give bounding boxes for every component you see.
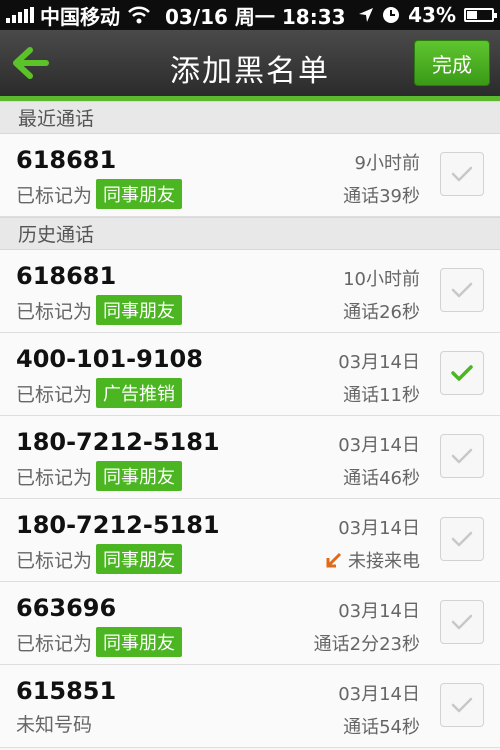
call-row[interactable]: 180-7212-5181 已标记为 同事朋友 03月14日 通话46秒 — [0, 416, 500, 499]
call-duration: 未接来电 — [326, 547, 420, 573]
clock-icon — [383, 7, 400, 23]
call-duration: 通话2分23秒 — [314, 630, 420, 656]
battery-percent: 43% — [408, 3, 456, 27]
phone-number: 618681 — [16, 262, 117, 290]
phone-number: 180-7212-5181 — [16, 511, 220, 539]
call-row[interactable]: 615851 未知号码 03月14日 通话54秒 — [0, 665, 500, 748]
call-duration: 通话46秒 — [343, 464, 420, 490]
call-time: 9小时前 — [354, 153, 420, 174]
call-time: 03月14日 — [338, 601, 420, 622]
check-icon — [451, 614, 473, 630]
check-icon — [451, 365, 473, 381]
call-duration: 通话54秒 — [343, 713, 420, 739]
check-icon — [451, 531, 473, 547]
status-datetime: 03/16 周一 18:33 — [165, 4, 346, 29]
select-checkbox[interactable] — [440, 351, 484, 395]
tag-prefix: 已标记为 — [16, 383, 93, 406]
location-icon — [359, 8, 374, 22]
tag-badge: 广告推销 — [96, 378, 183, 408]
tag-line: 已标记为 同事朋友 — [16, 627, 183, 657]
check-icon — [451, 282, 473, 298]
phone-number: 615851 — [16, 677, 117, 705]
select-checkbox[interactable] — [440, 683, 484, 727]
duration-text: 通话46秒 — [343, 468, 420, 489]
tag-line: 已标记为 广告推销 — [16, 378, 183, 408]
call-time: 10小时前 — [343, 269, 420, 290]
battery-fill — [467, 11, 478, 19]
tag-prefix: 已标记为 — [16, 300, 93, 323]
select-checkbox[interactable] — [440, 517, 484, 561]
call-row[interactable]: 618681 已标记为 同事朋友 10小时前 通话26秒 — [0, 250, 500, 333]
duration-text: 未接来电 — [348, 551, 420, 572]
status-bar: 中国移动 03/16 周一 18:33 43% — [0, 0, 500, 30]
check-icon — [451, 166, 473, 182]
tag-badge: 同事朋友 — [96, 295, 183, 325]
signal-icon — [6, 7, 34, 23]
call-row[interactable]: 618681 已标记为 同事朋友 9小时前 通话39秒 — [0, 134, 500, 217]
missed-call-icon — [326, 552, 342, 568]
phone-number: 663696 — [16, 594, 117, 622]
call-duration: 通话26秒 — [343, 298, 420, 324]
select-checkbox[interactable] — [440, 600, 484, 644]
section-header: 历史通话 — [0, 217, 500, 250]
battery-icon — [464, 8, 497, 22]
call-time: 03月14日 — [338, 352, 420, 373]
done-button[interactable]: 完成 — [414, 40, 490, 86]
duration-text: 通话54秒 — [343, 717, 420, 738]
tag-badge: 同事朋友 — [96, 461, 183, 491]
tag-prefix: 已标记为 — [16, 549, 93, 572]
status-left: 中国移动 — [6, 1, 150, 30]
call-list: 最近通话 618681 已标记为 同事朋友 9小时前 通话39秒 历史通话 618… — [0, 101, 500, 748]
tag-badge: 同事朋友 — [96, 627, 183, 657]
tag-prefix: 未知号码 — [16, 714, 93, 736]
phone-number: 618681 — [16, 146, 117, 174]
call-time: 03月14日 — [338, 518, 420, 539]
carrier-label: 中国移动 — [40, 4, 120, 29]
phone-number: 180-7212-5181 — [16, 428, 220, 456]
section-header: 最近通话 — [0, 101, 500, 134]
check-icon — [451, 448, 473, 464]
wifi-icon — [128, 6, 150, 24]
tag-badge: 同事朋友 — [96, 179, 183, 209]
tag-line: 未知号码 — [16, 710, 92, 737]
duration-text: 通话11秒 — [343, 385, 420, 406]
select-checkbox[interactable] — [440, 152, 484, 196]
duration-text: 通话26秒 — [343, 302, 420, 323]
tag-line: 已标记为 同事朋友 — [16, 461, 183, 491]
status-right: 43% — [358, 3, 497, 27]
select-checkbox[interactable] — [440, 268, 484, 312]
call-duration: 通话39秒 — [343, 182, 420, 208]
call-time: 03月14日 — [338, 435, 420, 456]
call-duration: 通话11秒 — [343, 381, 420, 407]
check-icon — [451, 697, 473, 713]
call-row[interactable]: 400-101-9108 已标记为 广告推销 03月14日 通话11秒 — [0, 333, 500, 416]
tag-line: 已标记为 同事朋友 — [16, 295, 183, 325]
call-row[interactable]: 663696 已标记为 同事朋友 03月14日 通话2分23秒 — [0, 582, 500, 665]
tag-prefix: 已标记为 — [16, 466, 93, 489]
duration-text: 通话2分23秒 — [313, 634, 420, 655]
tag-prefix: 已标记为 — [16, 184, 93, 207]
duration-text: 通话39秒 — [343, 186, 420, 207]
call-time: 03月14日 — [338, 684, 420, 705]
tag-line: 已标记为 同事朋友 — [16, 179, 183, 209]
nav-bar: 添加黑名单 完成 — [0, 30, 500, 101]
call-row[interactable]: 180-7212-5181 已标记为 同事朋友 03月14日 未接来电 — [0, 499, 500, 582]
tag-badge: 同事朋友 — [96, 544, 183, 574]
tag-line: 已标记为 同事朋友 — [16, 544, 183, 574]
tag-prefix: 已标记为 — [16, 632, 93, 655]
select-checkbox[interactable] — [440, 434, 484, 478]
phone-number: 400-101-9108 — [16, 345, 203, 373]
